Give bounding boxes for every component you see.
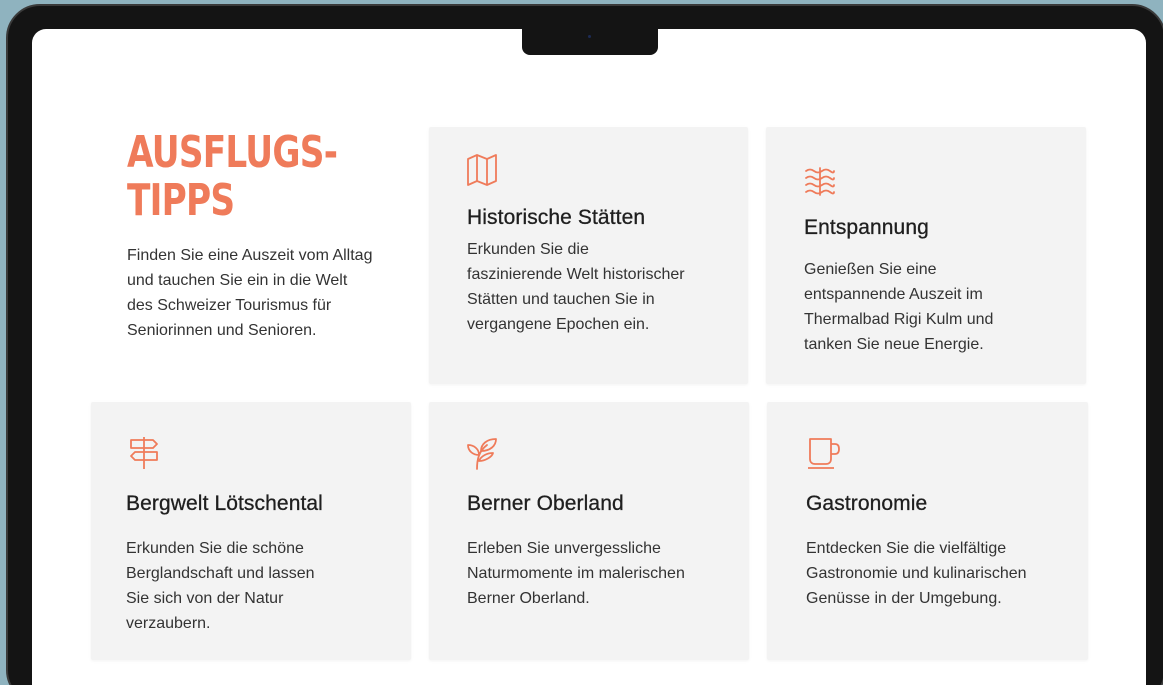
card-text: Erleben Sie unvergessliche Naturmomente … xyxy=(467,540,685,607)
card-bergwelt-loetschental[interactable]: Bergwelt Lötschental Erkunden Sie die sc… xyxy=(91,402,411,660)
card-title: Bergwelt Lötschental xyxy=(126,492,323,515)
coffee-cup-icon xyxy=(807,435,841,471)
sprout-icon xyxy=(465,435,499,471)
card-berner-oberland[interactable]: Berner Oberland Erleben Sie unvergesslic… xyxy=(429,402,749,660)
section-title: AUSFLUGS- TIPPS xyxy=(127,127,338,226)
card-text: Genießen Sie eine entspannende Auszeit i… xyxy=(804,261,994,353)
card-text: Entdecken Sie die vielfältige Gastronomi… xyxy=(806,540,1027,607)
map-icon xyxy=(465,151,499,187)
camera-notch xyxy=(522,27,658,55)
card-gastronomie[interactable]: Gastronomie Entdecken Sie die vielfältig… xyxy=(767,402,1088,660)
card-title: Berner Oberland xyxy=(467,492,624,515)
screen: AUSFLUGS- TIPPS Finden Sie eine Auszeit … xyxy=(32,29,1146,685)
signpost-icon xyxy=(127,435,161,471)
card-title: Gastronomie xyxy=(806,492,928,515)
card-title: Historische Stätten xyxy=(467,206,646,229)
card-title: Entspannung xyxy=(804,216,929,239)
camera-icon xyxy=(588,35,591,38)
waves-icon xyxy=(802,165,836,201)
card-text: Erkunden Sie die faszinierende Welt hist… xyxy=(467,241,685,333)
card-entspannung[interactable]: Entspannung Genießen Sie eine entspannen… xyxy=(766,127,1086,384)
intro-section: AUSFLUGS- TIPPS Finden Sie eine Auszeit … xyxy=(127,129,427,343)
card-historische-staetten[interactable]: Historische Stätten Erkunden Sie die fas… xyxy=(429,127,748,384)
intro-text: Finden Sie eine Auszeit vom Alltag und t… xyxy=(127,247,373,339)
card-text: Erkunden Sie die schöne Berglandschaft u… xyxy=(126,540,315,632)
